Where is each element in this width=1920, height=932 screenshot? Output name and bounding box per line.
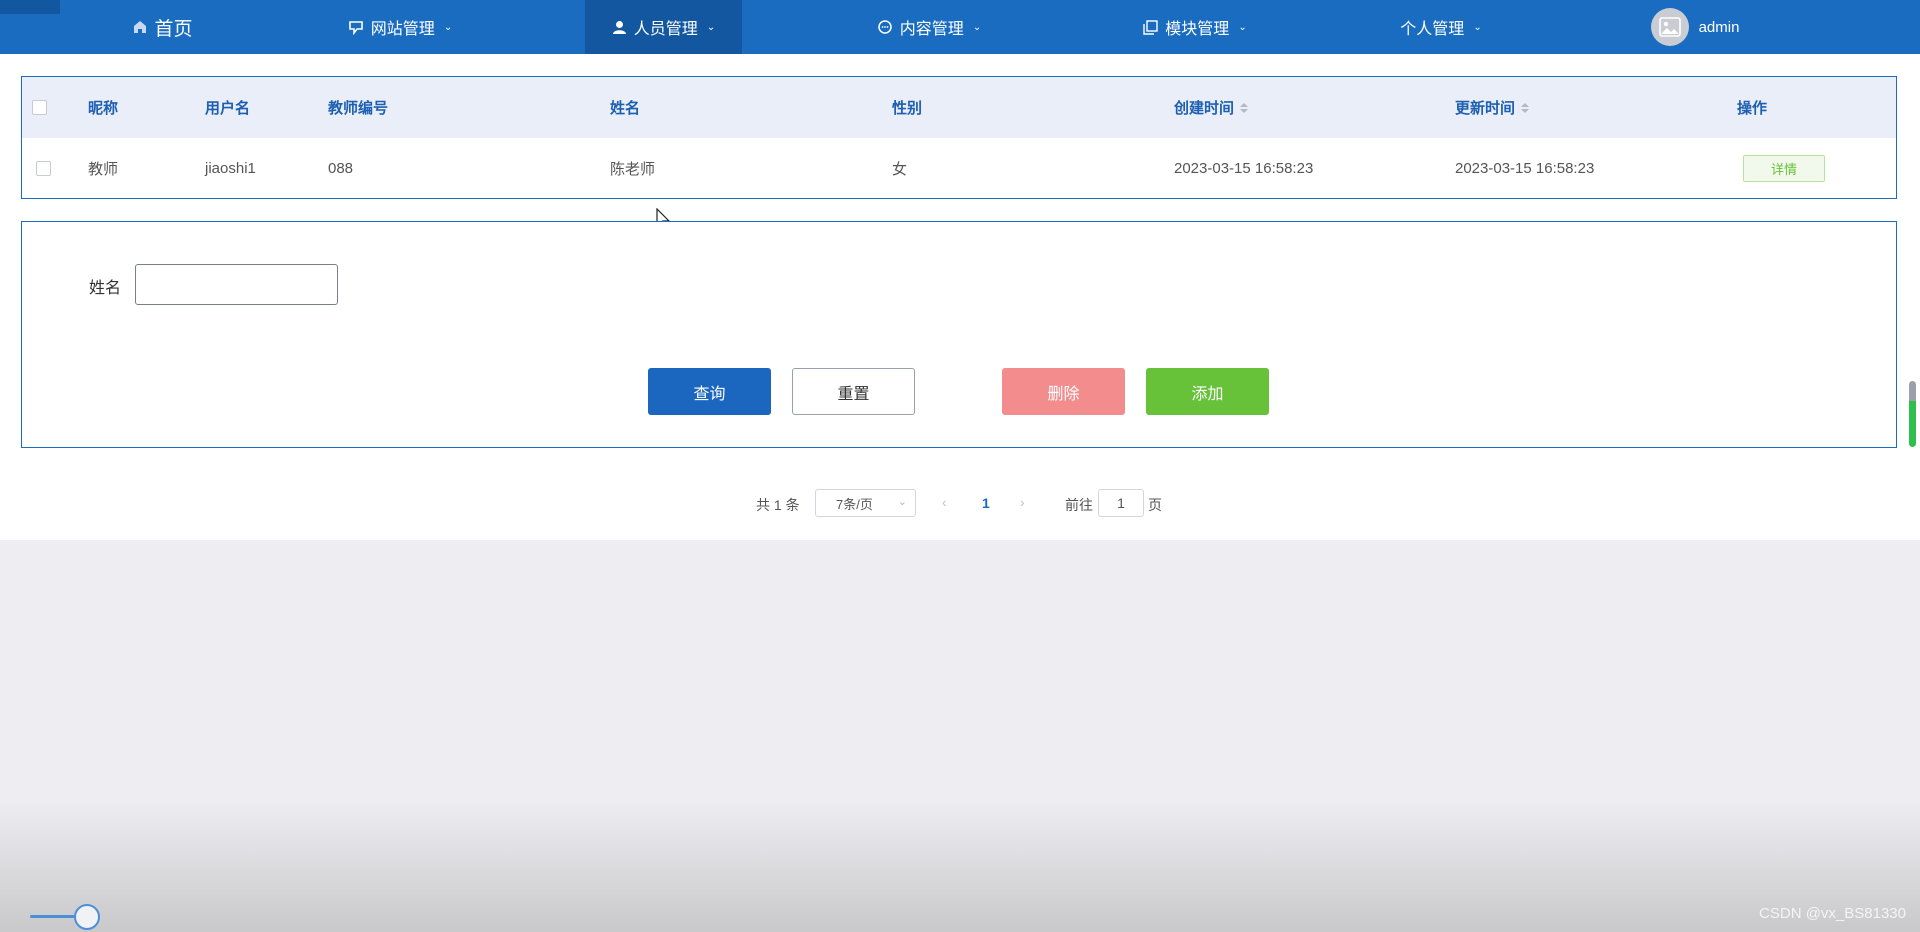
page-size-select[interactable]: 7条/页 ⌄ <box>815 489 916 517</box>
cell-created: 2023-03-15 16:58:23 <box>1174 159 1314 177</box>
nav-item-personnel[interactable]: 人员管理 ⌄ <box>585 0 742 54</box>
cell-action: 详情 <box>1743 138 1825 198</box>
prev-page-icon[interactable]: ‹ <box>942 494 947 510</box>
user-menu[interactable]: admin <box>1650 0 1740 54</box>
home-icon <box>133 20 147 34</box>
website-icon <box>348 19 364 35</box>
column-header-updated[interactable]: 更新时间 <box>1455 77 1530 138</box>
column-header-teacher-no: 教师编号 <box>328 100 389 117</box>
delete-button[interactable]: 删除 <box>1002 368 1125 415</box>
nav-item-label: 首页 <box>154 18 193 40</box>
cell-gender: 女 <box>892 160 908 178</box>
cell-updated: 2023-03-15 16:58:23 <box>1455 159 1595 177</box>
user-icon <box>612 20 627 35</box>
nav-item-label: 人员管理 <box>633 21 698 38</box>
goto-page-input[interactable] <box>1098 489 1144 517</box>
column-header-gender: 性别 <box>892 100 923 117</box>
image-placeholder-icon <box>1658 17 1681 37</box>
column-header-username: 用户名 <box>205 100 251 117</box>
cell-name: 陈老师 <box>610 160 656 178</box>
nav-corner-tab <box>0 0 60 14</box>
avatar <box>1650 8 1689 46</box>
cell-nickname: 教师 <box>88 160 119 178</box>
column-header-action: 操作 <box>1737 100 1768 117</box>
detail-button[interactable]: 详情 <box>1743 154 1825 182</box>
top-nav-bar: 首页 网站管理 ⌄ 人员管理 ⌄ 内容管理 ⌄ 模块管理 ⌄ 个人管理 ⌄ ad… <box>0 0 1920 54</box>
goto-label: 前往 <box>1065 497 1093 513</box>
nav-item-module[interactable]: 模块管理 ⌄ <box>1128 0 1262 54</box>
select-all-checkbox[interactable] <box>32 77 47 138</box>
nav-item-label: 个人管理 <box>1400 21 1465 38</box>
page-size-value: 7条/页 <box>836 496 873 512</box>
column-header-created-label: 创建时间 <box>1174 100 1235 117</box>
column-header-updated-label: 更新时间 <box>1455 100 1516 117</box>
nav-item-content[interactable]: 内容管理 ⌄ <box>862 0 996 54</box>
search-panel: 姓名 查询 重置 删除 添加 <box>21 221 1897 448</box>
chevron-down-icon: ⌄ <box>706 21 716 33</box>
column-header-created[interactable]: 创建时间 <box>1174 77 1249 138</box>
nav-item-label: 内容管理 <box>899 21 964 38</box>
chevron-down-icon: ⌄ <box>972 21 982 33</box>
scrollbar[interactable] <box>1909 381 1916 447</box>
column-header-nickname: 昵称 <box>88 100 119 117</box>
add-button[interactable]: 添加 <box>1146 368 1269 415</box>
username-label: admin <box>1698 18 1740 36</box>
cell-teacher-no: 088 <box>328 159 354 177</box>
nav-item-personal[interactable]: 个人管理 ⌄ <box>1387 0 1495 54</box>
chevron-down-icon: ⌄ <box>443 21 453 33</box>
reset-button[interactable]: 重置 <box>792 368 915 415</box>
chevron-down-icon: ⌄ <box>897 496 907 508</box>
row-checkbox[interactable] <box>36 138 51 198</box>
copy-icon <box>1143 19 1158 35</box>
chevron-down-icon: ⌄ <box>1473 21 1482 33</box>
column-header-name: 姓名 <box>610 100 641 117</box>
chat-icon <box>877 19 893 35</box>
name-search-input[interactable] <box>135 264 338 305</box>
watermark: CSDN @vx_BS81330 <box>1759 905 1906 922</box>
nav-item-website[interactable]: 网站管理 ⌄ <box>333 0 467 54</box>
goto-suffix: 页 <box>1148 497 1162 513</box>
next-page-icon[interactable]: › <box>1020 494 1025 510</box>
table-row: 教师 jiaoshi1 088 陈老师 女 2023-03-15 16:58:2… <box>22 138 1896 198</box>
sort-icon[interactable] <box>1521 102 1530 113</box>
nav-item-home[interactable]: 首页 <box>118 0 208 54</box>
table-header: 昵称 用户名 教师编号 姓名 性别 创建时间 更新时间 操作 <box>22 77 1896 138</box>
slider-thumb[interactable] <box>74 904 100 930</box>
query-button[interactable]: 查询 <box>648 368 771 415</box>
cell-username: jiaoshi1 <box>205 159 256 177</box>
chevron-down-icon: ⌄ <box>1238 21 1247 33</box>
name-field-label: 姓名 <box>89 280 122 297</box>
data-table: 昵称 用户名 教师编号 姓名 性别 创建时间 更新时间 操作 教师 jiaosh… <box>21 76 1897 199</box>
pagination-total: 共 1 条 <box>756 497 800 513</box>
nav-item-label: 模块管理 <box>1165 21 1230 38</box>
nav-item-label: 网站管理 <box>370 21 435 38</box>
sort-icon[interactable] <box>1240 102 1249 113</box>
page-number-current[interactable]: 1 <box>982 495 990 511</box>
